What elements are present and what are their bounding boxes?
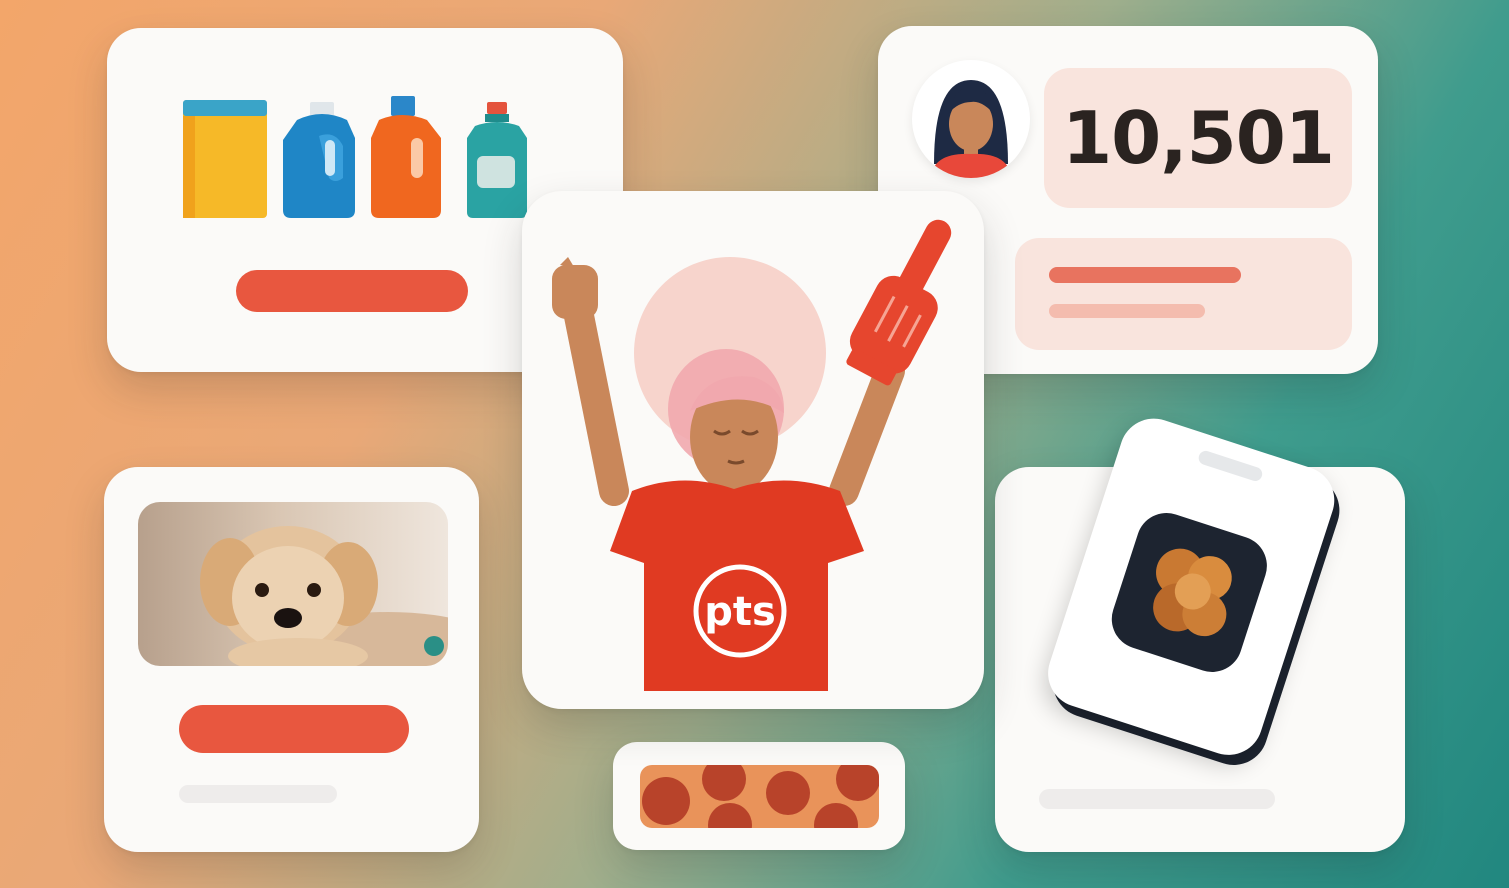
shirt-logo-text: pts (704, 589, 776, 635)
pepperoni-pizza-icon (640, 765, 879, 828)
teal-bottle-icon (467, 102, 527, 218)
avatar (912, 60, 1030, 178)
phone-caption-bar (1039, 789, 1275, 809)
foam-finger-icon (846, 219, 952, 386)
points-balance: 10,501 (1062, 96, 1335, 180)
points-balance-box: 10,501 (1044, 68, 1352, 208)
points-detail-bar (1049, 267, 1241, 283)
dog-photo (138, 502, 448, 666)
phone-speaker (1196, 449, 1264, 483)
box-icon (183, 100, 267, 218)
points-detail-subbar (1049, 304, 1205, 318)
fried-food-icon (1153, 548, 1232, 637)
orange-detergent-bottle-icon (371, 96, 441, 218)
woman-avatar-icon (930, 80, 1012, 178)
fan-card[interactable]: pts (522, 191, 984, 709)
pet-cta-button[interactable] (179, 705, 409, 753)
scene: { "illustration": { "theme": "loyalty re… (0, 0, 1509, 888)
points-detail-box (1015, 238, 1352, 350)
food-strip-card[interactable] (613, 742, 905, 850)
pet-card[interactable] (104, 467, 479, 852)
food-tray (1103, 505, 1275, 680)
fan-illustration: pts (552, 219, 952, 691)
products-cta-button[interactable] (236, 270, 468, 312)
pet-caption-bar (179, 785, 337, 803)
raised-fist-icon (552, 257, 598, 319)
blue-detergent-bottle-icon (283, 102, 355, 218)
